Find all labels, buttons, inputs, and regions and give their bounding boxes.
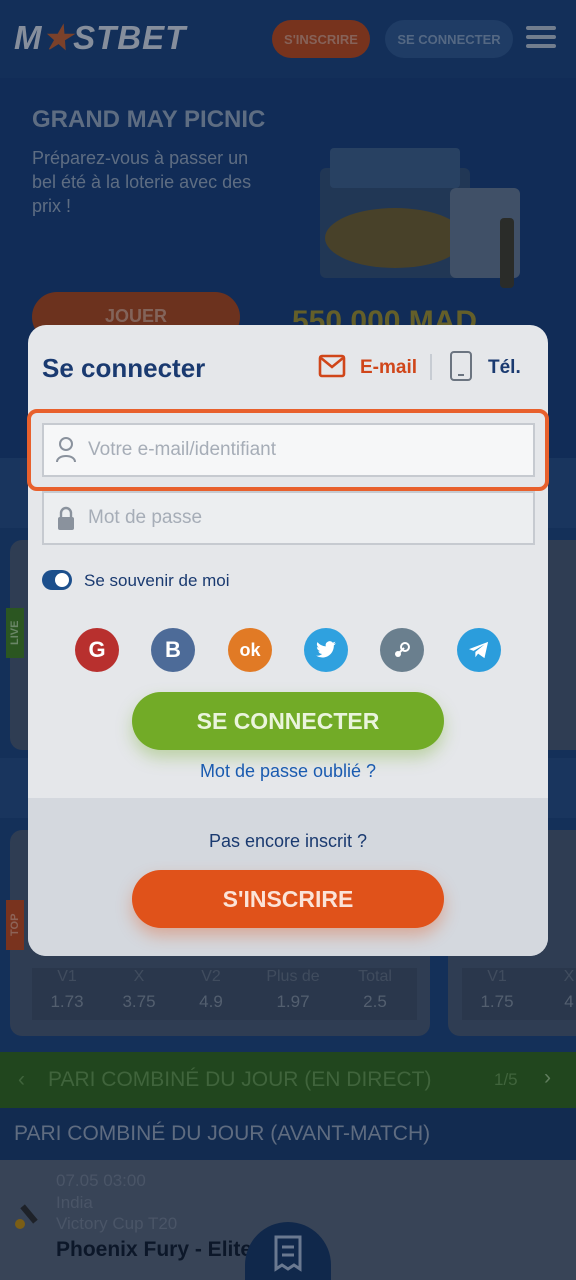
password-placeholder: Mot de passe [88,507,203,528]
login-submit-button[interactable]: SE CONNECTER [132,692,444,750]
forgot-password-link[interactable]: Mot de passe oublié ? [0,761,576,782]
lock-icon [58,506,74,530]
twitter-bird-glyph [316,641,336,658]
tab-divider [430,354,432,380]
telegram-plane-glyph [469,641,489,659]
not-registered-text: Pas encore inscrit ? [208,831,368,851]
vk-icon[interactable]: B [151,628,195,672]
register-button[interactable]: S'INSCRIRE [132,870,444,928]
odnoklassniki-icon[interactable]: ok [228,628,272,672]
email-field-highlight [27,409,549,491]
telegram-icon[interactable] [457,628,501,672]
tab-phone[interactable]: Tél. [488,357,521,379]
remember-me-label[interactable]: Se souvenir de moi [84,571,230,591]
google-icon[interactable]: G [75,628,119,672]
modal-title: Se connecter [42,353,206,383]
password-input[interactable]: Mot de passe [42,491,535,545]
twitter-icon[interactable] [304,628,348,672]
remember-me-toggle[interactable] [42,570,72,590]
email-icon[interactable] [318,354,346,378]
steam-icon[interactable] [380,628,424,672]
phone-icon[interactable] [450,351,472,381]
steam-glyph [395,642,410,657]
tab-email[interactable]: E-mail [360,357,417,379]
